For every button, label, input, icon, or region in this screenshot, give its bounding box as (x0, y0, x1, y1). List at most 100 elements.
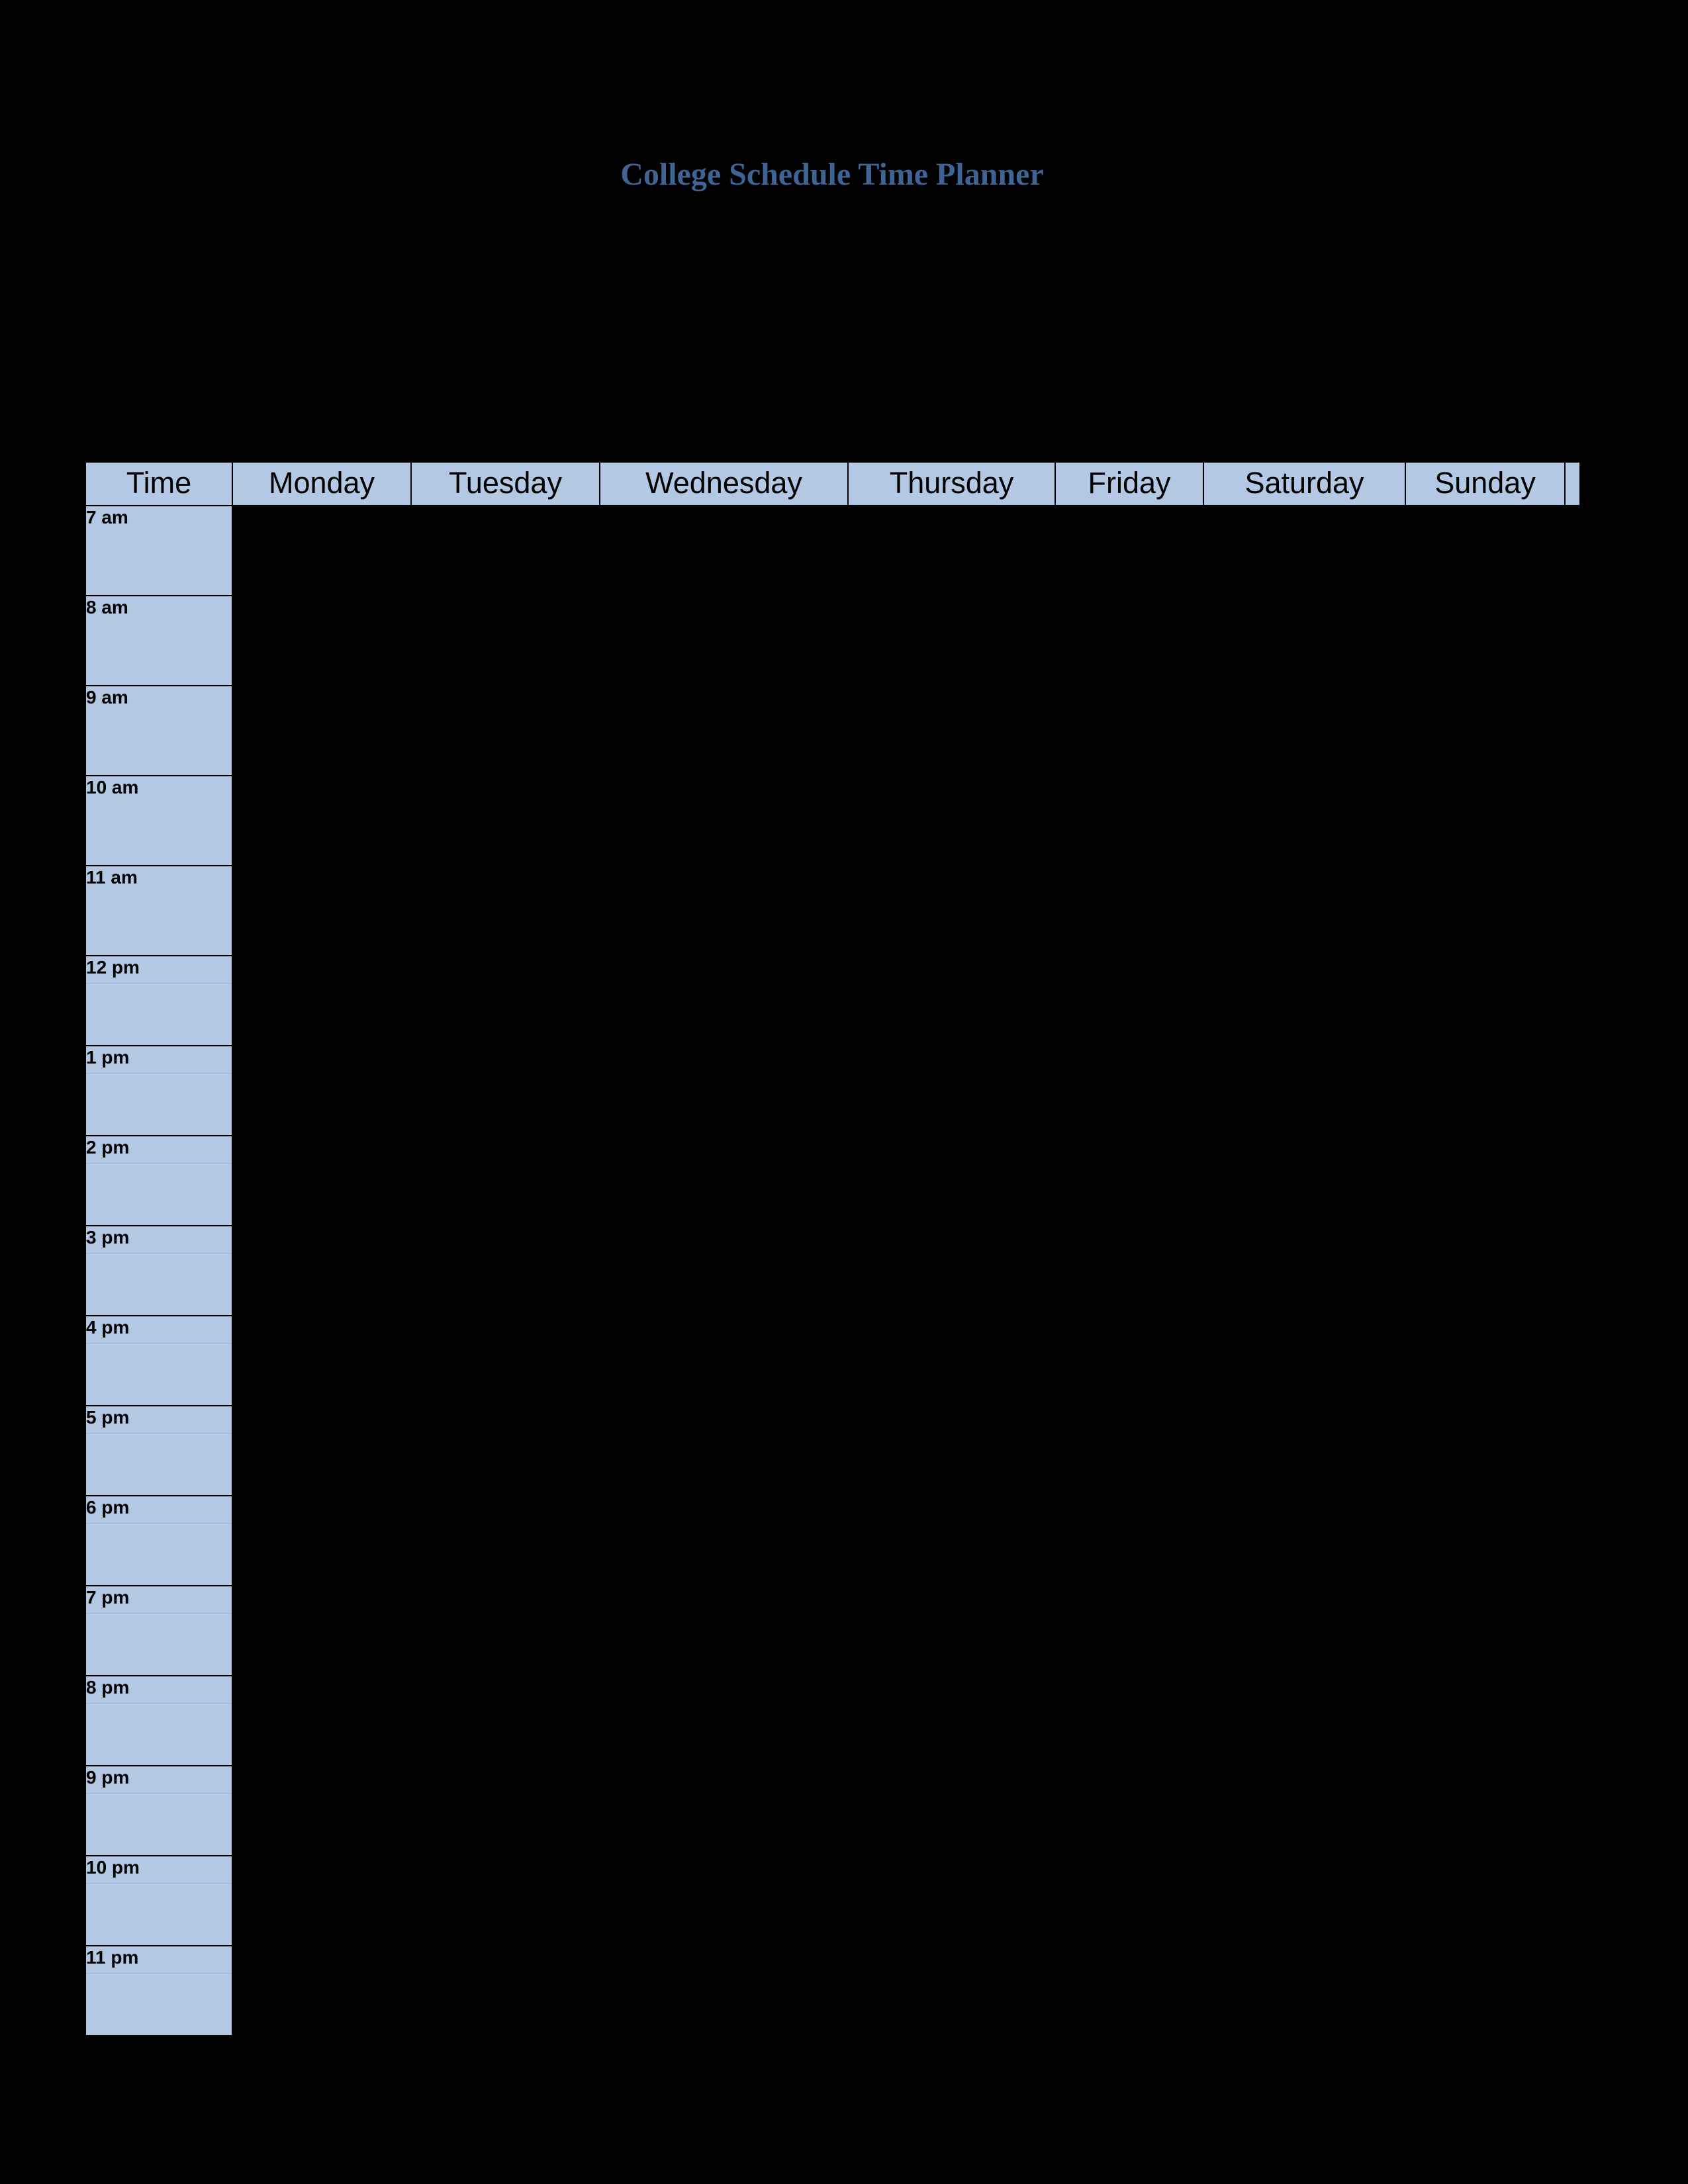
schedule-cell-monday[interactable] (232, 596, 411, 686)
schedule-cell-thursday[interactable] (848, 866, 1055, 956)
schedule-cell-sunday[interactable] (1405, 1856, 1565, 1946)
schedule-cell-friday[interactable] (1055, 1226, 1203, 1316)
schedule-cell-monday[interactable] (232, 1766, 411, 1856)
schedule-cell-sunday[interactable] (1405, 1406, 1565, 1496)
schedule-cell-thursday[interactable] (848, 1496, 1055, 1586)
schedule-cell-friday[interactable] (1055, 1676, 1203, 1766)
schedule-cell-sunday[interactable] (1405, 776, 1565, 866)
schedule-cell-tuesday[interactable] (411, 1136, 600, 1226)
schedule-cell-sunday[interactable] (1405, 866, 1565, 956)
schedule-cell-saturday[interactable] (1203, 506, 1405, 596)
schedule-cell-thursday[interactable] (848, 1406, 1055, 1496)
schedule-cell-saturday[interactable] (1203, 866, 1405, 956)
schedule-cell-monday[interactable] (232, 1226, 411, 1316)
column-header-saturday[interactable]: Saturday (1203, 461, 1406, 506)
schedule-cell-friday[interactable] (1055, 1946, 1203, 2036)
schedule-cell-tuesday[interactable] (411, 866, 600, 956)
schedule-cell-friday[interactable] (1055, 1856, 1203, 1946)
schedule-cell-friday[interactable] (1055, 1136, 1203, 1226)
schedule-cell-friday[interactable] (1055, 1766, 1203, 1856)
schedule-cell-friday[interactable] (1055, 1496, 1203, 1586)
schedule-cell-thursday[interactable] (848, 1046, 1055, 1136)
schedule-cell-thursday[interactable] (848, 1316, 1055, 1406)
schedule-cell-thursday[interactable] (848, 1226, 1055, 1316)
schedule-cell-thursday[interactable] (848, 1766, 1055, 1856)
schedule-cell-wednesday[interactable] (600, 1406, 848, 1496)
column-header-thursday[interactable]: Thursday (847, 461, 1056, 506)
schedule-cell-friday[interactable] (1055, 596, 1203, 686)
schedule-cell-tuesday[interactable] (411, 1766, 600, 1856)
schedule-cell-wednesday[interactable] (600, 686, 848, 776)
schedule-cell-saturday[interactable] (1203, 1316, 1405, 1406)
schedule-cell-monday[interactable] (232, 686, 411, 776)
schedule-cell-friday[interactable] (1055, 686, 1203, 776)
schedule-cell-saturday[interactable] (1203, 1586, 1405, 1676)
schedule-cell-friday[interactable] (1055, 866, 1203, 956)
schedule-cell-thursday[interactable] (848, 596, 1055, 686)
column-header-wednesday[interactable]: Wednesday (599, 461, 849, 506)
schedule-cell-sunday[interactable] (1405, 956, 1565, 1046)
schedule-cell-wednesday[interactable] (600, 866, 848, 956)
schedule-cell-thursday[interactable] (848, 1856, 1055, 1946)
schedule-cell-monday[interactable] (232, 1946, 411, 2036)
column-header-friday[interactable]: Friday (1055, 461, 1204, 506)
schedule-cell-monday[interactable] (232, 1586, 411, 1676)
schedule-cell-saturday[interactable] (1203, 1496, 1405, 1586)
schedule-cell-monday[interactable] (232, 776, 411, 866)
schedule-cell-sunday[interactable] (1405, 1676, 1565, 1766)
schedule-cell-sunday[interactable] (1405, 1586, 1565, 1676)
schedule-cell-sunday[interactable] (1405, 1946, 1565, 2036)
schedule-cell-monday[interactable] (232, 956, 411, 1046)
schedule-cell-thursday[interactable] (848, 1676, 1055, 1766)
schedule-cell-wednesday[interactable] (600, 1226, 848, 1316)
schedule-cell-thursday[interactable] (848, 506, 1055, 596)
schedule-cell-wednesday[interactable] (600, 1946, 848, 2036)
column-header-sunday[interactable]: Sunday (1405, 461, 1566, 506)
schedule-cell-tuesday[interactable] (411, 956, 600, 1046)
schedule-cell-tuesday[interactable] (411, 1226, 600, 1316)
schedule-cell-saturday[interactable] (1203, 1946, 1405, 2036)
schedule-cell-sunday[interactable] (1405, 1316, 1565, 1406)
schedule-cell-friday[interactable] (1055, 506, 1203, 596)
schedule-cell-sunday[interactable] (1405, 686, 1565, 776)
schedule-cell-tuesday[interactable] (411, 1046, 600, 1136)
schedule-cell-saturday[interactable] (1203, 1856, 1405, 1946)
schedule-cell-monday[interactable] (232, 1856, 411, 1946)
schedule-cell-sunday[interactable] (1405, 1136, 1565, 1226)
schedule-cell-monday[interactable] (232, 1676, 411, 1766)
schedule-cell-monday[interactable] (232, 1046, 411, 1136)
schedule-cell-sunday[interactable] (1405, 1046, 1565, 1136)
schedule-cell-tuesday[interactable] (411, 1406, 600, 1496)
schedule-cell-tuesday[interactable] (411, 1856, 600, 1946)
schedule-cell-tuesday[interactable] (411, 686, 600, 776)
schedule-cell-friday[interactable] (1055, 1316, 1203, 1406)
column-header-tuesday[interactable]: Tuesday (410, 461, 600, 506)
schedule-cell-sunday[interactable] (1405, 1226, 1565, 1316)
schedule-cell-saturday[interactable] (1203, 1046, 1405, 1136)
schedule-cell-sunday[interactable] (1405, 596, 1565, 686)
schedule-cell-wednesday[interactable] (600, 1856, 848, 1946)
schedule-cell-saturday[interactable] (1203, 1136, 1405, 1226)
schedule-cell-monday[interactable] (232, 506, 411, 596)
schedule-cell-thursday[interactable] (848, 956, 1055, 1046)
schedule-cell-wednesday[interactable] (600, 1046, 848, 1136)
schedule-cell-tuesday[interactable] (411, 1496, 600, 1586)
schedule-cell-saturday[interactable] (1203, 596, 1405, 686)
schedule-cell-saturday[interactable] (1203, 956, 1405, 1046)
schedule-cell-tuesday[interactable] (411, 776, 600, 866)
schedule-cell-wednesday[interactable] (600, 1676, 848, 1766)
schedule-cell-friday[interactable] (1055, 776, 1203, 866)
schedule-cell-tuesday[interactable] (411, 1676, 600, 1766)
schedule-cell-saturday[interactable] (1203, 686, 1405, 776)
schedule-cell-saturday[interactable] (1203, 1226, 1405, 1316)
schedule-cell-thursday[interactable] (848, 1946, 1055, 2036)
schedule-cell-tuesday[interactable] (411, 1946, 600, 2036)
schedule-cell-saturday[interactable] (1203, 1676, 1405, 1766)
schedule-cell-wednesday[interactable] (600, 596, 848, 686)
schedule-cell-monday[interactable] (232, 1496, 411, 1586)
schedule-cell-thursday[interactable] (848, 686, 1055, 776)
schedule-cell-tuesday[interactable] (411, 506, 600, 596)
schedule-cell-thursday[interactable] (848, 1586, 1055, 1676)
schedule-cell-tuesday[interactable] (411, 596, 600, 686)
schedule-cell-wednesday[interactable] (600, 956, 848, 1046)
